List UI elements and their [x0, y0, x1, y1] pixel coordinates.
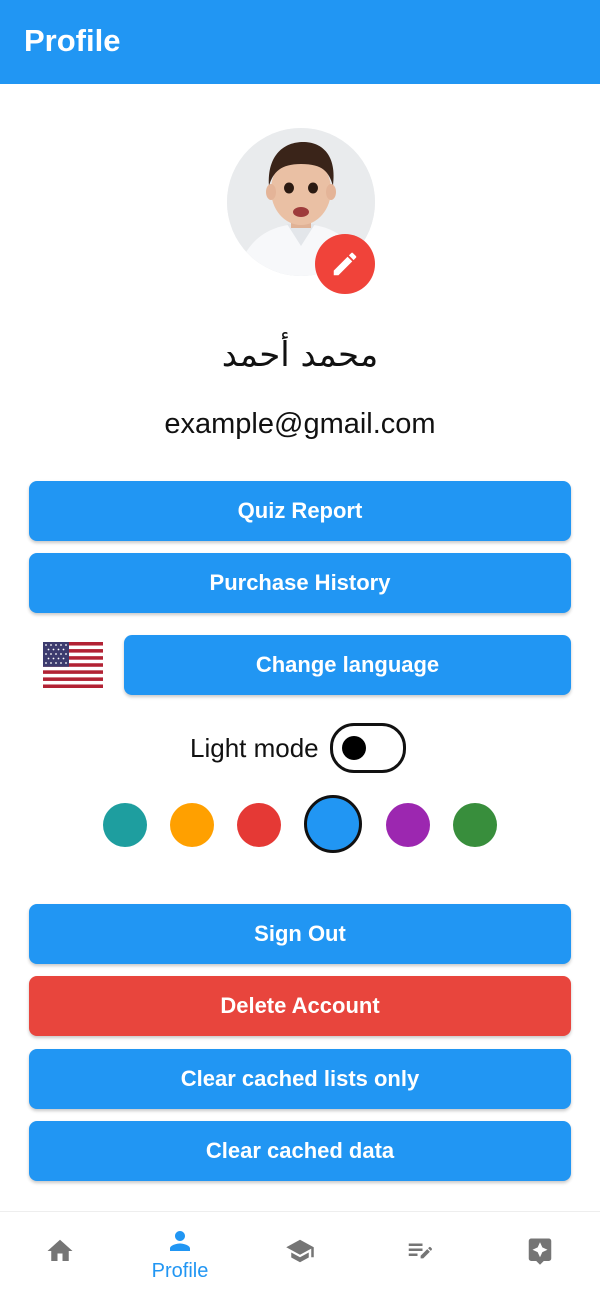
change-language-button[interactable]: Change language [124, 635, 571, 695]
color-swatch-purple[interactable] [386, 803, 430, 847]
sign-out-button[interactable]: Sign Out [29, 904, 571, 964]
nav-item-profile[interactable]: Profile [120, 1212, 240, 1301]
badge-star-icon [528, 1238, 552, 1265]
nav-label-profile: Profile [151, 1260, 209, 1282]
nav-item-courses[interactable] [240, 1212, 360, 1301]
color-swatch-orange[interactable] [170, 803, 214, 847]
clear-cached-data-button[interactable]: Clear cached data [29, 1121, 571, 1181]
edit-note-icon [408, 1243, 432, 1259]
bottom-navigation: Profile [0, 1211, 600, 1301]
person-icon [170, 1231, 190, 1251]
color-swatch-red[interactable] [237, 803, 281, 847]
home-icon [47, 1239, 73, 1261]
page-title: Profile [24, 23, 121, 58]
purchase-history-button[interactable]: Purchase History [29, 553, 571, 613]
color-swatch-teal[interactable] [103, 803, 147, 847]
clear-cached-lists-button[interactable]: Clear cached lists only [29, 1049, 571, 1109]
theme-mode-label: Light mode [190, 733, 319, 763]
nav-item-badges[interactable] [480, 1212, 600, 1301]
school-icon [286, 1239, 314, 1263]
delete-account-button[interactable]: Delete Account [29, 976, 571, 1036]
pencil-icon [333, 252, 357, 276]
us-flag-icon [43, 642, 103, 688]
user-name: محمد أحمد [221, 335, 379, 375]
edit-avatar-button[interactable] [315, 234, 375, 294]
user-email: example@gmail.com [164, 408, 436, 440]
dark-mode-toggle[interactable] [330, 723, 406, 773]
nav-item-home[interactable] [0, 1212, 120, 1301]
nav-item-notes[interactable] [360, 1212, 480, 1301]
color-swatch-blue[interactable] [304, 795, 362, 853]
toggle-knob [342, 736, 366, 760]
avatar-container [227, 128, 375, 294]
quiz-report-button[interactable]: Quiz Report [29, 481, 571, 541]
app-bar: Profile [0, 0, 600, 84]
color-swatch-green[interactable] [453, 803, 497, 847]
